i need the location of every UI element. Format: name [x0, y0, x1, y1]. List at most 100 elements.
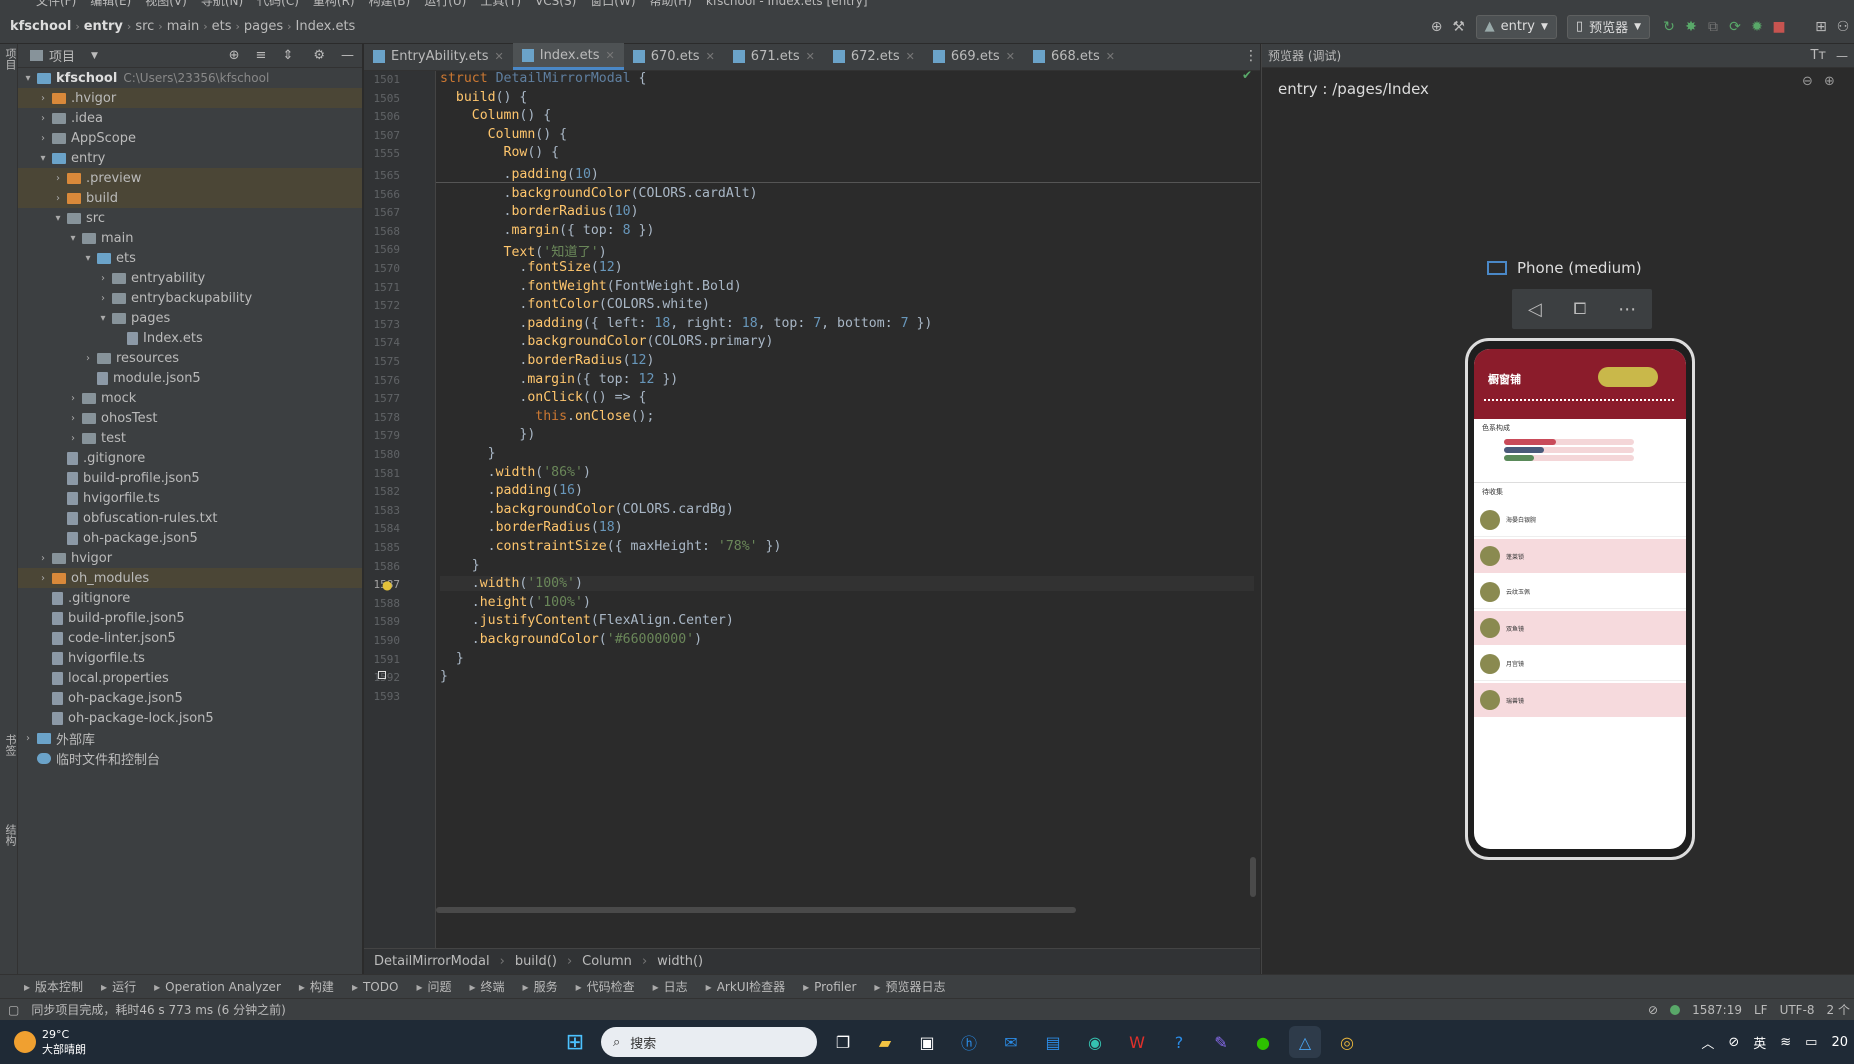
- breadcrumb-item[interactable]: Index.ets: [292, 19, 360, 34]
- search-box[interactable]: ⌕ 搜索: [601, 1027, 817, 1057]
- app-list-item[interactable]: 双鱼镜: [1474, 611, 1686, 645]
- code-line[interactable]: .backgroundColor(COLORS.cardBg): [440, 502, 734, 517]
- code-line[interactable]: .width('100%'): [440, 576, 1254, 592]
- tree-item[interactable]: ▾ src: [18, 208, 362, 228]
- code-line[interactable]: }: [440, 651, 464, 666]
- start-icon[interactable]: ⊞: [559, 1026, 591, 1058]
- chevron-down-icon[interactable]: ▾: [97, 313, 109, 324]
- chevron-right-icon[interactable]: ›: [67, 413, 79, 424]
- tree-item[interactable]: .gitignore: [18, 588, 362, 608]
- code-line[interactable]: .padding({ left: 18, right: 18, top: 7, …: [440, 316, 932, 331]
- tree-item[interactable]: local.properties: [18, 668, 362, 688]
- status-message[interactable]: 同步项目完成，耗时46 s 773 ms (6 分钟之前): [31, 1001, 285, 1018]
- hammer-icon[interactable]: ⚒: [1448, 16, 1470, 38]
- code-line[interactable]: Row() {: [440, 145, 560, 160]
- code-line[interactable]: .padding(10): [440, 167, 599, 182]
- ime-indicator[interactable]: 英: [1753, 1033, 1766, 1052]
- menu-item[interactable]: 运行(U): [424, 0, 466, 8]
- target-icon[interactable]: ⊕: [1426, 16, 1448, 38]
- device-manager-icon[interactable]: ⊞: [1810, 16, 1832, 38]
- stop-icon[interactable]: ■: [1768, 16, 1790, 38]
- network-off-icon[interactable]: ⊘: [1728, 1035, 1739, 1050]
- wps-icon[interactable]: W: [1121, 1026, 1153, 1058]
- close-icon[interactable]: ✕: [1106, 50, 1115, 63]
- mail-icon[interactable]: ✉: [995, 1026, 1027, 1058]
- code-line[interactable]: .constraintSize({ maxHeight: '78%' }): [440, 539, 782, 554]
- tree-item[interactable]: hvigorfile.ts: [18, 648, 362, 668]
- store-icon[interactable]: ▣: [911, 1026, 943, 1058]
- rerun-icon[interactable]: ↻: [1658, 16, 1680, 38]
- task-view-icon[interactable]: ❐: [827, 1026, 859, 1058]
- code-line[interactable]: Column() {: [440, 127, 567, 142]
- tree-item[interactable]: › AppScope: [18, 128, 362, 148]
- code-line[interactable]: struct DetailMirrorModal {: [440, 71, 646, 86]
- menu-item[interactable]: 导航(N): [201, 0, 243, 8]
- zoom-out-icon[interactable]: ⊖: [1802, 74, 1813, 89]
- menu-item[interactable]: 构建(B): [369, 0, 411, 8]
- code-breadcrumb-item[interactable]: width(): [657, 954, 703, 969]
- app-list-item[interactable]: 月宫镜: [1474, 647, 1686, 681]
- editor-tab[interactable]: Index.ets ✕: [512, 43, 624, 70]
- code-line[interactable]: .borderRadius(12): [440, 353, 654, 368]
- user-icon[interactable]: ⚇: [1832, 16, 1854, 38]
- tree-item[interactable]: Index.ets: [18, 328, 362, 348]
- tree-item[interactable]: hvigorfile.ts: [18, 488, 362, 508]
- tool-window-button[interactable]: ▸ 服务: [523, 978, 558, 995]
- weather-widget[interactable]: 29°C 大部晴朗: [14, 1028, 214, 1057]
- breadcrumb-item[interactable]: ets: [208, 19, 236, 34]
- tool-window-button[interactable]: ▸ 代码检查: [576, 978, 635, 995]
- code-line[interactable]: this.onClose();: [440, 409, 654, 424]
- editor-tab[interactable]: 670.ets ✕: [624, 43, 724, 70]
- code-line[interactable]: }: [440, 669, 448, 684]
- wechat-icon[interactable]: ●: [1247, 1026, 1279, 1058]
- tool-window-button[interactable]: ▸ 终端: [469, 978, 504, 995]
- chevron-right-icon[interactable]: ›: [37, 133, 49, 144]
- tree-item[interactable]: oh-package.json5: [18, 528, 362, 548]
- tree-item[interactable]: › test: [18, 428, 362, 448]
- tree-item[interactable]: ▾ ets: [18, 248, 362, 268]
- tree-item[interactable]: › 外部库: [18, 728, 362, 748]
- chevron-right-icon[interactable]: ›: [97, 293, 109, 304]
- gear-icon[interactable]: ⚙: [313, 48, 325, 63]
- tree-item[interactable]: › build: [18, 188, 362, 208]
- code-line[interactable]: .backgroundColor(COLORS.cardAlt): [440, 186, 758, 201]
- caret-position[interactable]: 1587:19: [1692, 1003, 1742, 1017]
- chevron-right-icon[interactable]: ›: [37, 573, 49, 584]
- menu-item[interactable]: 窗口(W): [590, 0, 635, 8]
- app-badge[interactable]: [1598, 367, 1658, 387]
- more-tabs-icon[interactable]: ⋮: [1244, 48, 1258, 64]
- chevron-down-icon[interactable]: ▾: [82, 253, 94, 264]
- file-encoding[interactable]: UTF-8: [1780, 1003, 1815, 1017]
- menu-item[interactable]: 代码(C): [257, 0, 299, 8]
- chevron-down-icon[interactable]: ▾: [67, 233, 79, 244]
- code-line[interactable]: .height('100%'): [440, 595, 591, 610]
- calendar-icon[interactable]: ▤: [1037, 1026, 1069, 1058]
- inspection-icon[interactable]: ⊘: [1648, 1003, 1658, 1017]
- editor-tab[interactable]: 672.ets ✕: [824, 43, 924, 70]
- expand-all-icon[interactable]: ≡: [256, 48, 267, 63]
- chevron-down-icon[interactable]: ▾: [37, 153, 49, 164]
- wifi-icon[interactable]: ≋: [1780, 1035, 1791, 1050]
- code-line[interactable]: .backgroundColor('#66000000'): [440, 632, 702, 647]
- bookmarks-tool-tab[interactable]: 书签: [2, 734, 18, 756]
- file-explorer-icon[interactable]: ▰: [869, 1026, 901, 1058]
- app-list-item[interactable]: 蓬莱锁: [1474, 539, 1686, 573]
- vertical-scrollbar[interactable]: [1250, 857, 1256, 897]
- menu-item[interactable]: 视图(V): [145, 0, 187, 8]
- tool-window-button[interactable]: ▸ 构建: [299, 978, 334, 995]
- editor-tab[interactable]: EntryAbility.ets ✕: [364, 43, 513, 70]
- chevron-right-icon[interactable]: ›: [67, 393, 79, 404]
- tree-item[interactable]: › oh_modules: [18, 568, 362, 588]
- tree-item[interactable]: ▾ entry: [18, 148, 362, 168]
- profile-icon[interactable]: ✹: [1746, 16, 1768, 38]
- close-icon[interactable]: ✕: [806, 50, 815, 63]
- chevron-down-icon[interactable]: ▾: [22, 73, 34, 84]
- tree-item[interactable]: module.json5: [18, 368, 362, 388]
- code-line[interactable]: .padding(16): [440, 483, 583, 498]
- breadcrumb-item[interactable]: entry: [80, 19, 127, 34]
- tree-item[interactable]: 临时文件和控制台: [18, 748, 362, 768]
- app-list-item[interactable]: 瑞兽镜: [1474, 683, 1686, 717]
- editor-tab[interactable]: 668.ets ✕: [1024, 43, 1124, 70]
- chevron-right-icon[interactable]: ›: [52, 193, 64, 204]
- code-line[interactable]: build() {: [440, 90, 527, 105]
